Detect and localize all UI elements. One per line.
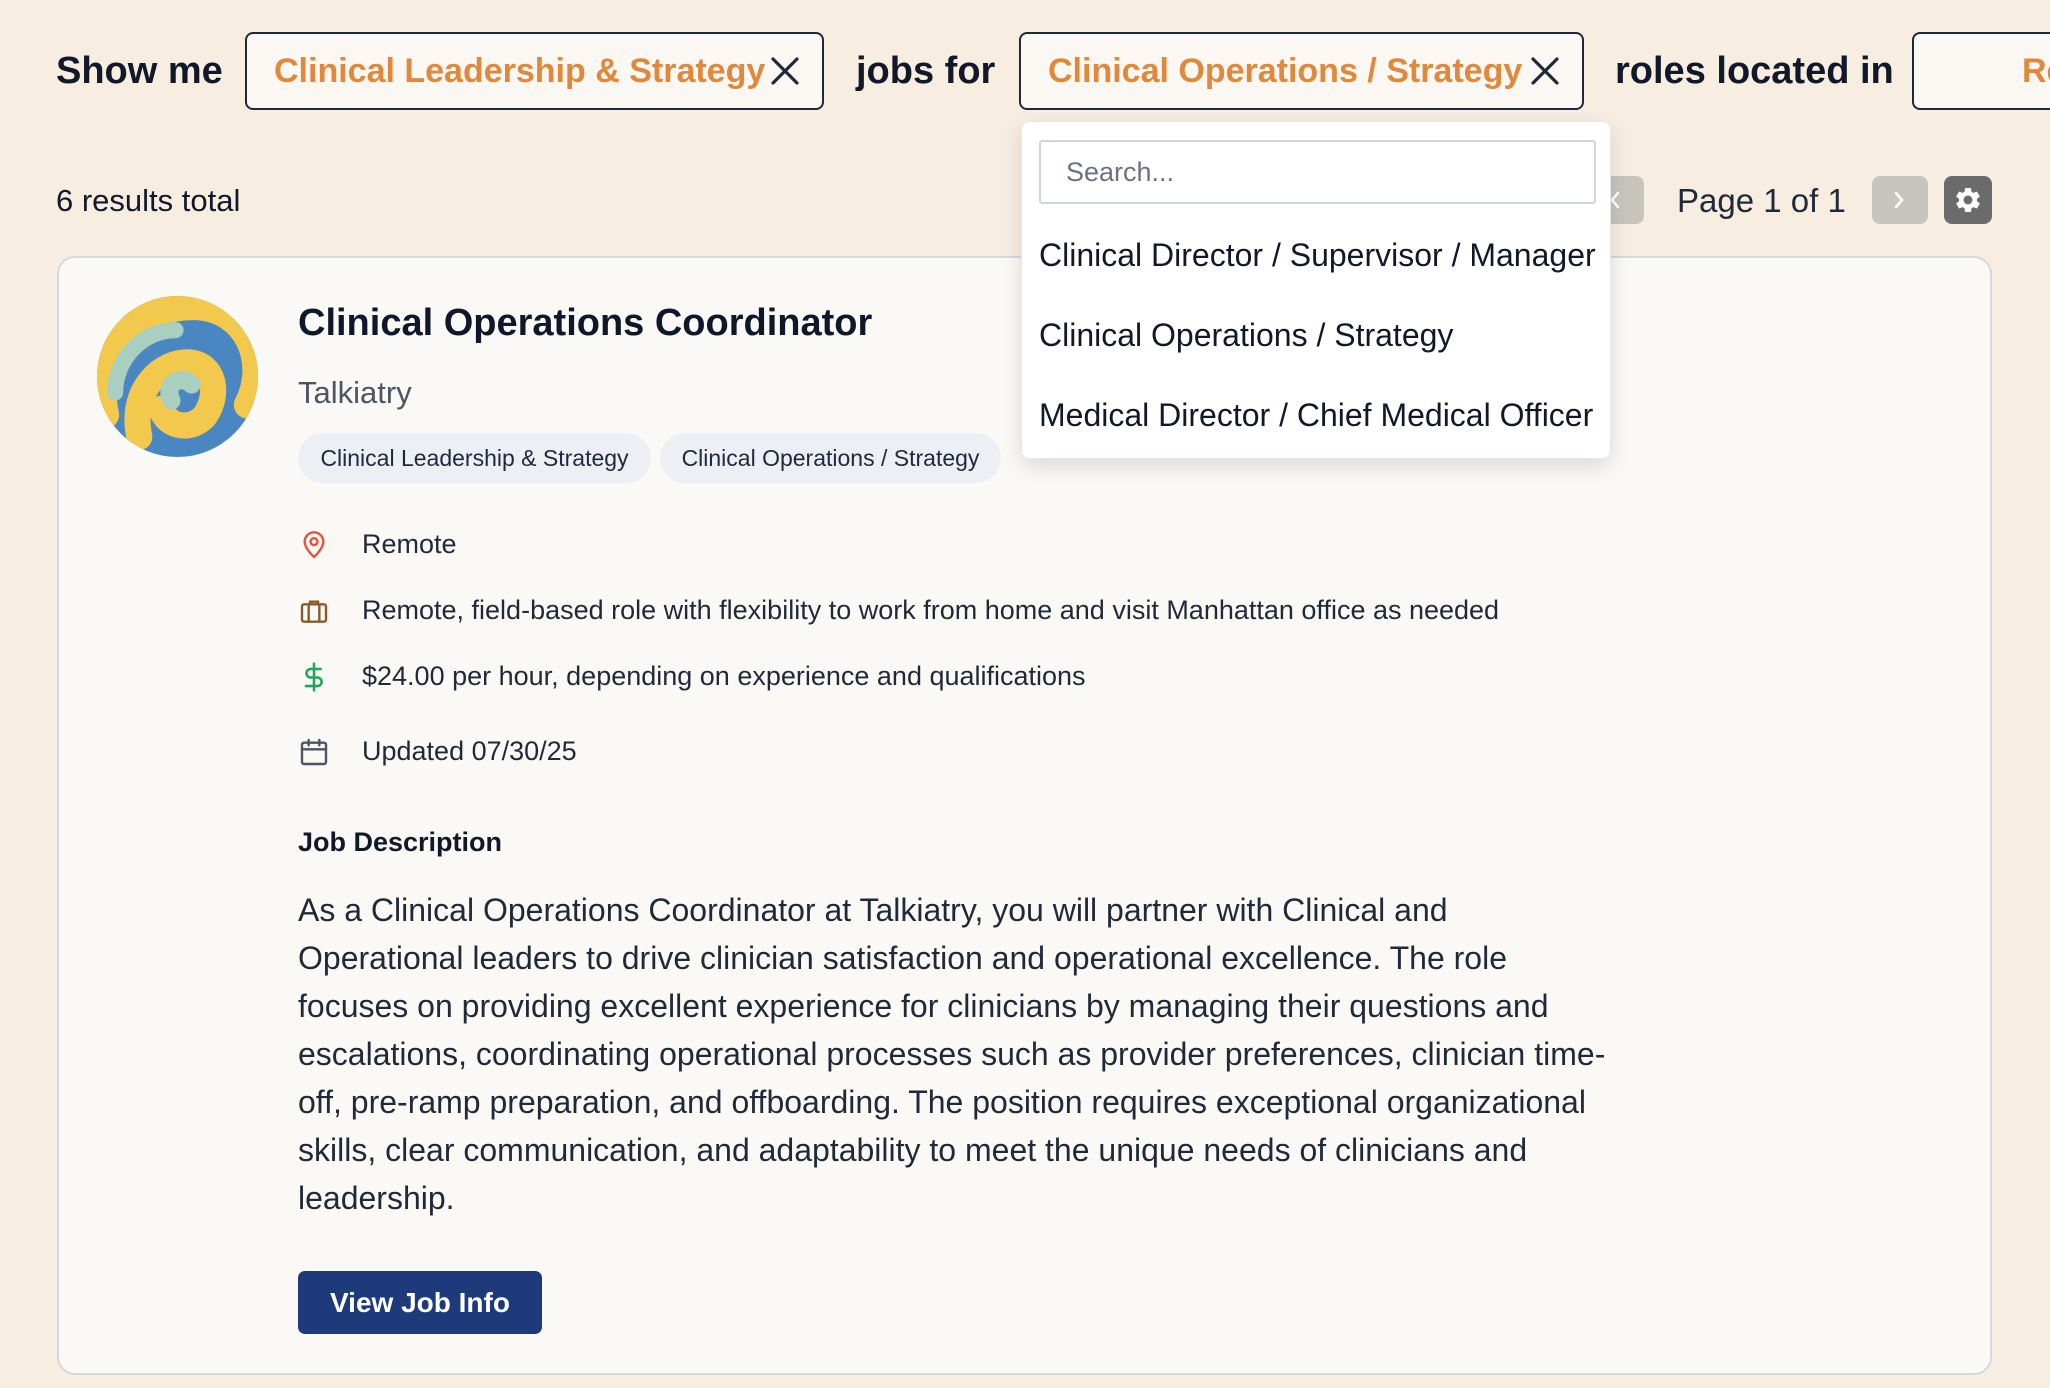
role-filter-dropdown: Clinical Director / Supervisor / Manager…: [1021, 121, 1611, 459]
page-indicator: Page 1 of 1: [1677, 182, 1846, 219]
dollar-icon: [304, 662, 323, 692]
location-filter-chip[interactable]: Re: [1912, 32, 2050, 110]
filter-label-roles-located-in: roles located in: [1615, 50, 1894, 92]
job-tag-category: Clinical Leadership & Strategy: [298, 433, 651, 483]
briefcase-icon: [300, 600, 328, 623]
job-work-type: Remote, field-based role with flexibilit…: [362, 595, 1500, 625]
view-job-info-button[interactable]: View Job Info: [298, 1271, 542, 1334]
close-icon[interactable]: [768, 54, 802, 88]
role-filter-chip[interactable]: Clinical Operations / Strategy: [1019, 32, 1584, 110]
calendar-icon: [300, 738, 328, 766]
category-filter-chip[interactable]: Clinical Leadership & Strategy: [245, 32, 824, 110]
dropdown-search-input[interactable]: [1039, 140, 1596, 204]
job-updated-date: Updated 07/30/25: [362, 736, 577, 766]
job-salary: $24.00 per hour, depending on experience…: [362, 661, 1086, 691]
gear-icon: [1956, 187, 1980, 212]
location-filter-value: Re: [2022, 51, 2050, 90]
category-filter-value: Clinical Leadership & Strategy: [274, 51, 766, 90]
job-location: Remote: [362, 529, 457, 559]
job-description: As a Clinical Operations Coordinator at …: [298, 892, 1606, 1216]
company-logo: [97, 296, 258, 457]
role-filter-value: Clinical Operations / Strategy: [1048, 51, 1523, 90]
filter-label-jobs-for: jobs for: [856, 50, 996, 92]
dropdown-option-clinical-operations[interactable]: Clinical Operations / Strategy: [1039, 317, 1453, 354]
description-heading: Job Description: [298, 827, 503, 857]
map-pin-icon: [303, 531, 325, 559]
company-name: Talkiatry: [298, 375, 412, 410]
dropdown-option-clinical-director[interactable]: Clinical Director / Supervisor / Manager: [1039, 237, 1596, 274]
chevron-right-icon: [1894, 191, 1904, 209]
job-tag-role: Clinical Operations / Strategy: [660, 433, 1001, 483]
job-title[interactable]: Clinical Operations Coordinator: [298, 302, 872, 345]
next-page-button[interactable]: [1872, 176, 1928, 224]
filter-label-show-me: Show me: [56, 50, 223, 92]
settings-button[interactable]: [1944, 176, 1992, 224]
dropdown-option-medical-director[interactable]: Medical Director / Chief Medical Officer: [1039, 397, 1593, 434]
close-icon[interactable]: [1528, 54, 1562, 88]
results-count: 6 results total: [56, 183, 241, 218]
